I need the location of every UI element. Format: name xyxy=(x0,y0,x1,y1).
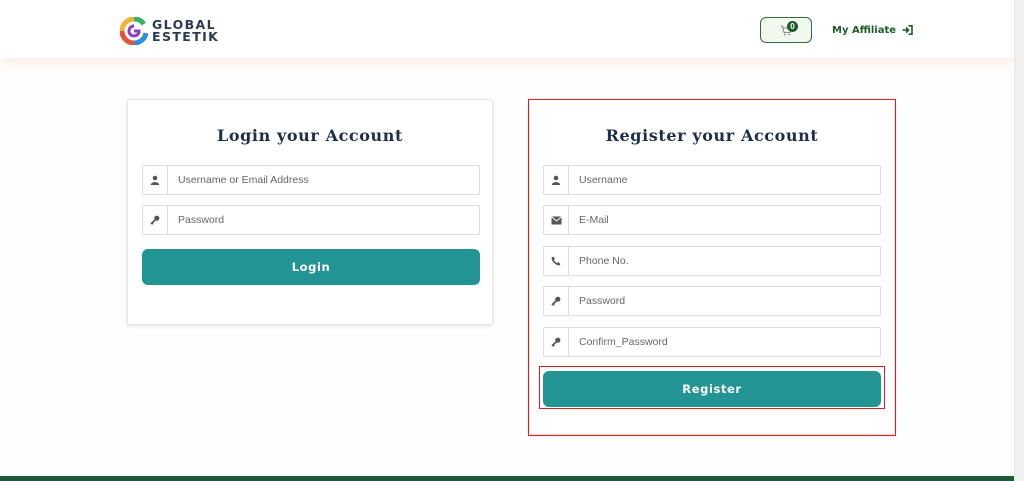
register-button[interactable]: Register xyxy=(543,371,881,407)
register-phone-field xyxy=(543,246,881,276)
page-scrollbar[interactable] xyxy=(1014,0,1024,481)
register-password-input[interactable] xyxy=(569,287,880,315)
logo-line-2: ESTETIK xyxy=(152,29,220,44)
my-affiliate-label: My Affiliate xyxy=(832,24,897,36)
register-email-input[interactable] xyxy=(569,206,880,234)
login-button[interactable]: Login xyxy=(142,249,480,285)
envelope-icon xyxy=(544,206,569,234)
login-username-input[interactable] xyxy=(168,166,479,194)
login-card: Login your Account Login xyxy=(127,99,493,325)
global-estetik-logo[interactable]: GLOBAL ESTETIK xyxy=(120,15,224,47)
key-icon xyxy=(544,328,569,356)
logo-mark-icon xyxy=(120,17,148,45)
phone-icon xyxy=(544,247,569,275)
register-email-field xyxy=(543,205,881,235)
register-title: Register your Account xyxy=(605,126,819,145)
register-username-input[interactable] xyxy=(569,166,880,194)
login-username-field xyxy=(142,165,480,195)
login-password-input[interactable] xyxy=(168,206,479,234)
register-card: Register your Account Username E-Mail Ph… xyxy=(529,99,895,435)
user-icon xyxy=(544,166,569,194)
key-icon xyxy=(544,287,569,315)
site-header: GLOBAL ESTETIK 0 My Affiliate xyxy=(0,0,1014,58)
register-confirm-password-input[interactable] xyxy=(569,328,880,356)
login-title: Login your Account xyxy=(216,126,404,145)
page: GLOBAL ESTETIK 0 My Affiliate Login your… xyxy=(0,0,1024,481)
register-phone-input[interactable] xyxy=(569,247,880,275)
user-icon xyxy=(143,166,168,194)
register-password-field xyxy=(543,286,881,316)
login-password-field xyxy=(142,205,480,235)
register-username-field xyxy=(543,165,881,195)
logo-text: GLOBAL ESTETIK xyxy=(152,18,220,44)
cart-count-badge: 0 xyxy=(787,21,798,32)
footer-bar xyxy=(0,476,1014,481)
my-affiliate-link[interactable]: My Affiliate xyxy=(832,22,913,38)
sign-in-icon xyxy=(902,25,913,35)
key-icon xyxy=(143,206,168,234)
cart-button[interactable]: 0 xyxy=(760,17,812,43)
register-confirm-password-field xyxy=(543,327,881,357)
